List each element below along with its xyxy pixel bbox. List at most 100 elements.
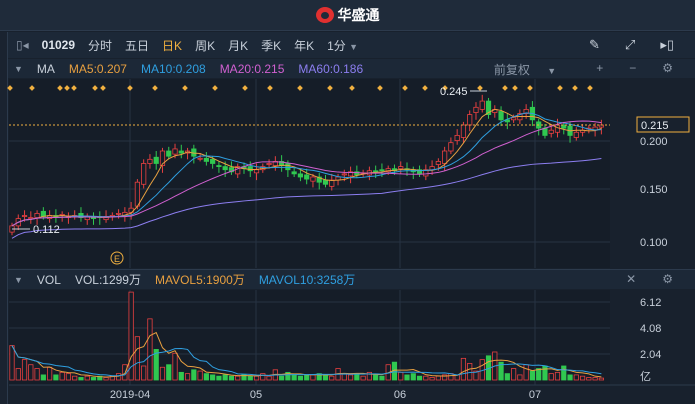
gear-icon[interactable]: ⚙	[662, 61, 673, 78]
pencil-icon[interactable]: ✎	[589, 37, 600, 53]
volume-bar	[304, 374, 310, 381]
volume-bar	[592, 377, 598, 381]
candle-body	[567, 125, 573, 136]
candle-body	[72, 215, 78, 217]
volume-bar	[172, 352, 178, 381]
event-diamond-icon	[64, 85, 70, 91]
low-label: 0.112	[33, 224, 60, 236]
volume-bar	[416, 375, 423, 381]
candle-body	[316, 176, 322, 183]
fullscreen-icon[interactable]: ⤢	[625, 37, 635, 53]
volume-bar	[536, 368, 542, 381]
event-diamond-icon	[242, 85, 248, 91]
candle-body	[354, 171, 360, 176]
tab-daily-k[interactable]: 日K	[162, 37, 182, 54]
vol-tick: 4.08	[640, 323, 661, 335]
plus-icon[interactable]: +	[596, 61, 603, 78]
event-diamond-icon	[502, 85, 508, 91]
collapse-vol-icon[interactable]: ▼	[14, 275, 23, 285]
tab-monthly-k[interactable]: 月K	[228, 37, 248, 54]
volume-bar	[398, 371, 404, 381]
candle-body	[128, 207, 134, 213]
tab-quarterly-k[interactable]: 季K	[261, 37, 281, 54]
tab-yearly-k[interactable]: 年K	[294, 37, 314, 54]
event-diamond-icon	[100, 85, 106, 91]
volume-bar	[59, 371, 65, 381]
volume-bar	[222, 374, 228, 381]
volume-bar	[210, 374, 216, 381]
candle-body	[297, 173, 304, 178]
candle-body	[197, 157, 203, 160]
candle-body	[191, 148, 197, 157]
candle-body	[184, 150, 191, 154]
volume-bar	[410, 373, 416, 381]
volume-bar	[191, 369, 197, 381]
candle-body	[598, 124, 604, 128]
minus-icon[interactable]: −	[629, 61, 636, 78]
candle-body	[59, 214, 65, 216]
volume-bar	[266, 375, 272, 381]
candle-body	[141, 163, 147, 185]
volume-bar	[260, 373, 266, 381]
volume-bar	[329, 375, 335, 381]
volume-bar	[479, 359, 485, 381]
tab-timeshare[interactable]: 分时	[88, 37, 112, 54]
left-collapse-strip[interactable]	[0, 32, 8, 404]
candle-body	[510, 117, 517, 121]
volume-bar	[197, 370, 203, 381]
tab-weekly-k[interactable]: 周K	[195, 37, 215, 54]
ma20-value: MA20:0.215	[219, 61, 285, 76]
expand-panel-icon[interactable]: ▸▯	[660, 37, 674, 53]
event-diamond-icon	[572, 85, 578, 91]
event-diamond-icon	[57, 85, 63, 91]
candle-body	[410, 169, 416, 173]
ma20-line	[11, 120, 602, 227]
close-icon[interactable]: ✕	[626, 272, 636, 286]
tab-five-day[interactable]: 五日	[125, 37, 149, 54]
volume-bar	[134, 336, 140, 381]
volume-bar	[53, 374, 59, 381]
volume-bar	[354, 373, 360, 381]
volume-bar	[373, 374, 379, 381]
candle-body	[554, 124, 561, 133]
volume-bar	[598, 377, 604, 381]
candle-body	[241, 166, 247, 170]
candle-body	[504, 119, 510, 123]
volume-bar	[366, 371, 372, 381]
candle-body	[90, 216, 97, 220]
candle-body	[460, 124, 467, 138]
volume-bar	[159, 366, 166, 381]
volume-bar	[272, 369, 278, 381]
interval-select[interactable]: 1分 ▼	[327, 37, 358, 54]
candle-body	[260, 166, 266, 171]
volume-bar	[78, 377, 84, 381]
candle-body	[178, 150, 184, 154]
chart-toolbar: ▯◂ 01029 分时 五日 日K 周K 月K 季K 年K 1分 ▼ ✎ ⤢ ▸…	[8, 32, 695, 58]
event-diamond-icon	[349, 85, 355, 91]
candle-body	[228, 167, 235, 173]
candle-body	[479, 100, 485, 110]
volume-bar	[97, 375, 103, 381]
gear-icon[interactable]: ⚙	[662, 272, 673, 286]
volume-bar	[335, 368, 341, 381]
candle-body	[473, 106, 479, 113]
candle-body	[429, 166, 435, 171]
candle-body	[15, 218, 21, 227]
title-bar: 华盛通	[0, 0, 695, 31]
candle-body	[423, 169, 429, 177]
candle-body	[366, 170, 372, 176]
collapse-panel-icon[interactable]: ▯◂	[16, 38, 29, 52]
candle-body	[485, 100, 492, 116]
volume-bar	[241, 374, 247, 381]
event-diamond-icon	[557, 85, 563, 91]
candle-body	[53, 215, 59, 218]
volume-bar	[34, 368, 40, 381]
stock-code: 01029	[41, 38, 76, 52]
volume-bar	[567, 374, 573, 381]
last-price-label: 0.215	[641, 120, 669, 132]
adjust-select[interactable]: 前复权 ▼	[494, 61, 570, 78]
candle-body	[335, 176, 341, 181]
vol-legend-row: ▼ VOL VOL:1299万 MAVOL5:1900万 MAVOL10:325…	[8, 269, 695, 289]
ma-label: MA	[36, 61, 55, 76]
collapse-ma-icon[interactable]: ▼	[14, 64, 23, 74]
